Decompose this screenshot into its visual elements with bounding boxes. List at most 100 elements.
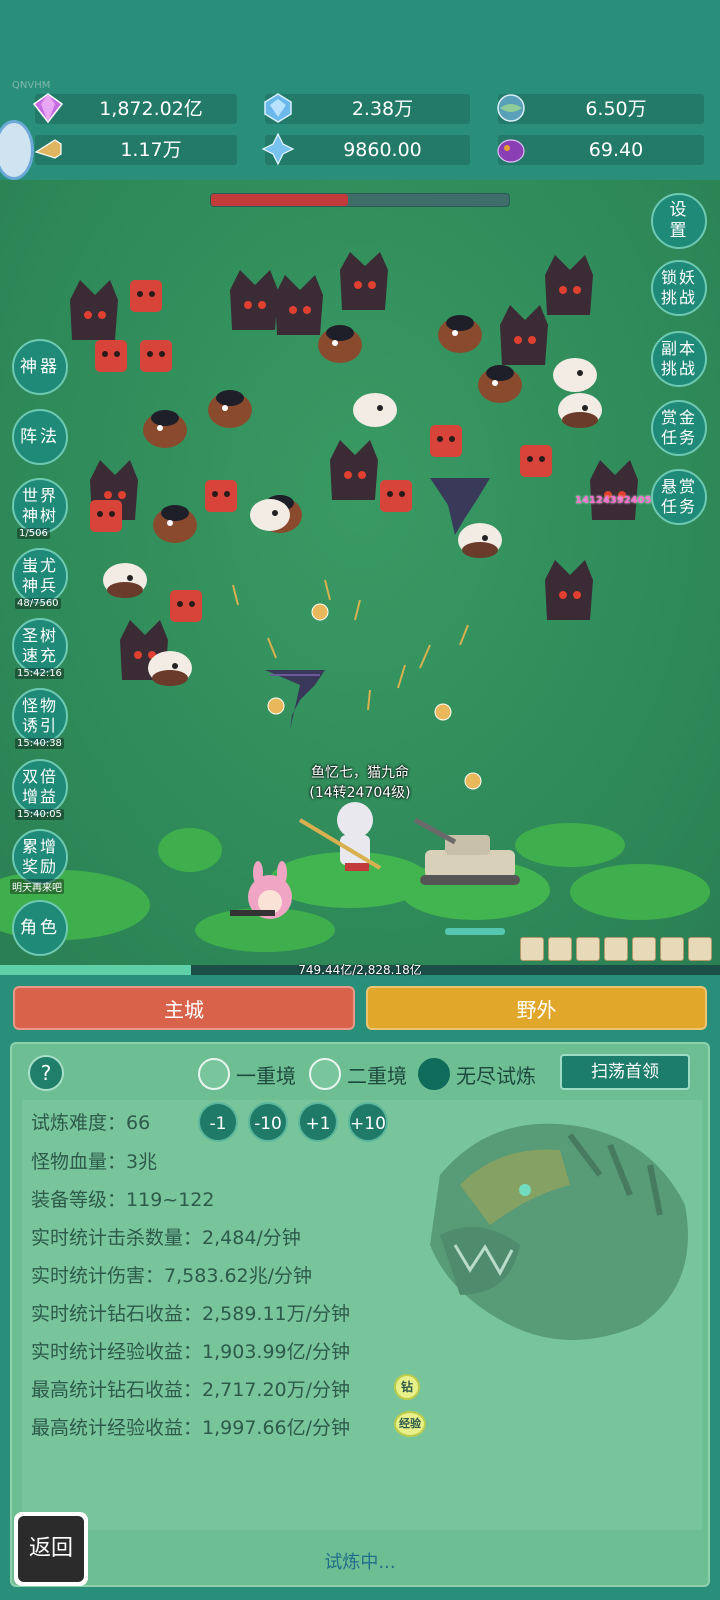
- settings-button[interactable]: 设置: [651, 193, 707, 249]
- skill-slot[interactable]: [520, 937, 544, 961]
- skill-slot[interactable]: [548, 937, 572, 961]
- skill-slot[interactable]: [604, 937, 628, 961]
- help-button[interactable]: ?: [28, 1055, 64, 1091]
- resource-ice[interactable]: 9860.00: [261, 132, 470, 166]
- bounty-label: 悬赏任务: [660, 477, 697, 516]
- exp-badge-icon[interactable]: 经验: [394, 1411, 426, 1437]
- world-tree-button[interactable]: 世界神树: [12, 478, 68, 534]
- skill-slot[interactable]: [576, 937, 600, 961]
- mode-label: 二重境: [347, 1063, 407, 1088]
- tank-hp-bar: [445, 928, 505, 935]
- gold-coin: [267, 697, 285, 715]
- battle-scene: [0, 252, 710, 952]
- stat-key: 最高统计钻石收益：: [31, 1379, 203, 1401]
- gold-task-button[interactable]: 赏金任务: [651, 400, 707, 456]
- adjust-label: -10: [254, 1114, 282, 1134]
- battlefield: 鱼忆七，猫九命 (14转24704级) 141243924051: [0, 180, 720, 970]
- stat-value: 66: [126, 1112, 151, 1134]
- gold-task-label: 赏金任务: [660, 408, 697, 447]
- bounty-task-button[interactable]: 悬赏任务: [651, 469, 707, 525]
- stat-key: 装备等级：: [31, 1189, 127, 1211]
- announcement-speaker-icon[interactable]: [0, 120, 34, 180]
- stat-key: 怪物血量：: [31, 1151, 127, 1173]
- stat-key: 实时统计经验收益：: [31, 1341, 203, 1363]
- gold-coin: [311, 603, 329, 621]
- resource-value: 1,872.02亿: [99, 98, 203, 120]
- white-puff-monster: [553, 358, 597, 392]
- formation-button[interactable]: 阵法: [12, 409, 68, 465]
- skill-slot[interactable]: [688, 937, 712, 961]
- stat-diamond-income: 实时统计钻石收益：2,589.11万/分钟: [31, 1299, 350, 1326]
- sword-projectile: [232, 579, 469, 711]
- stat-exp-income: 实时统计经验收益：1,903.99亿/分钟: [31, 1337, 350, 1364]
- lock-demon-label: 锁妖挑战: [660, 268, 697, 307]
- resource-orb[interactable]: 69.40: [497, 135, 704, 165]
- demon-monster: [545, 560, 593, 620]
- bat-monster: [208, 390, 252, 428]
- settings-label: 设置: [669, 200, 689, 241]
- world-tree-label: 世界神树: [21, 486, 58, 525]
- dungeon-label: 副本挑战: [660, 339, 697, 378]
- ice-shard-icon: [261, 132, 295, 166]
- artifact-button[interactable]: 神器: [12, 339, 68, 395]
- tank-companion: [413, 817, 520, 885]
- cumulative-reward-button[interactable]: 累增奖励: [12, 829, 68, 885]
- purple-gem-icon: [32, 93, 64, 124]
- reward-status: 明天再来吧: [10, 879, 64, 894]
- bat-monster: [143, 410, 187, 448]
- demon-monster: [590, 460, 638, 520]
- mode-radio-level2[interactable]: 二重境: [309, 1057, 407, 1091]
- blue-crystal-icon: [264, 93, 292, 123]
- resource-horn[interactable]: 1.17万: [34, 135, 237, 165]
- red-cube-monster: [130, 280, 162, 312]
- mode-radio-level1[interactable]: 一重境: [198, 1057, 296, 1091]
- chiyou-progress: 48/7560: [15, 598, 61, 609]
- sweep-boss-button[interactable]: 扫荡首领: [560, 1054, 690, 1090]
- difficulty-plus-10-button[interactable]: +10: [348, 1102, 388, 1142]
- stat-value: 1,903.99亿/分钟: [202, 1341, 351, 1363]
- stat-key: 试炼难度：: [31, 1112, 127, 1134]
- demon-monster: [330, 440, 378, 500]
- difficulty-minus-1-button[interactable]: -1: [198, 1102, 238, 1142]
- red-cube-monster: [140, 340, 172, 372]
- resource-value: 6.50万: [585, 98, 647, 120]
- main-city-tab[interactable]: 主城: [13, 986, 355, 1030]
- back-button[interactable]: 返回: [14, 1512, 88, 1586]
- mode-label: 无尽试炼: [456, 1063, 536, 1088]
- demon-monster: [275, 275, 323, 335]
- holy-tree-boost-button[interactable]: 圣树速充: [12, 618, 68, 674]
- resource-blue-crystal[interactable]: 2.38万: [264, 93, 470, 124]
- character-button[interactable]: 角色: [12, 900, 68, 956]
- sweep-label: 扫荡首领: [591, 1062, 659, 1082]
- white-puff-monster: [558, 393, 602, 428]
- skill-slot[interactable]: [632, 937, 656, 961]
- mode-radio-endless[interactable]: 无尽试炼: [418, 1057, 536, 1091]
- red-cube-monster: [95, 340, 127, 372]
- dungeon-challenge-button[interactable]: 副本挑战: [651, 331, 707, 387]
- adjust-label: +10: [350, 1114, 386, 1134]
- resource-value: 69.40: [588, 139, 644, 161]
- exp-badge-label: 经验: [399, 1417, 421, 1430]
- red-cube-monster: [205, 480, 237, 512]
- skill-slot[interactable]: [660, 937, 684, 961]
- world-tree-progress: 1/506: [17, 528, 50, 539]
- resource-diamond[interactable]: 1,872.02亿: [32, 93, 237, 124]
- stat-difficulty: 试炼难度：66: [31, 1108, 150, 1135]
- wild-tab[interactable]: 野外: [366, 986, 707, 1030]
- chiyou-weapon-button[interactable]: 蚩尤神兵: [12, 548, 68, 604]
- lock-demon-challenge-button[interactable]: 锁妖挑战: [651, 260, 707, 316]
- holy-tree-label: 圣树速充: [21, 626, 58, 665]
- lure-timer: 15:40:38: [15, 738, 64, 749]
- difficulty-minus-10-button[interactable]: -10: [248, 1102, 288, 1142]
- adjust-label: +1: [305, 1114, 331, 1134]
- stat-max-diamond-income: 最高统计钻石收益：2,717.20万/分钟: [31, 1375, 350, 1402]
- resource-globe[interactable]: 6.50万: [497, 94, 704, 124]
- stat-gear-level: 装备等级：119~122: [31, 1185, 214, 1212]
- diamond-badge-icon[interactable]: 钻: [394, 1374, 420, 1400]
- boss-hp-bar: [210, 193, 510, 207]
- monster-lure-button[interactable]: 怪物诱引: [12, 688, 68, 744]
- red-cube-monster: [380, 480, 412, 512]
- difficulty-plus-1-button[interactable]: +1: [298, 1102, 338, 1142]
- exp-text: 749.44亿/2,828.18亿: [298, 963, 422, 977]
- double-boost-button[interactable]: 双倍增益: [12, 759, 68, 815]
